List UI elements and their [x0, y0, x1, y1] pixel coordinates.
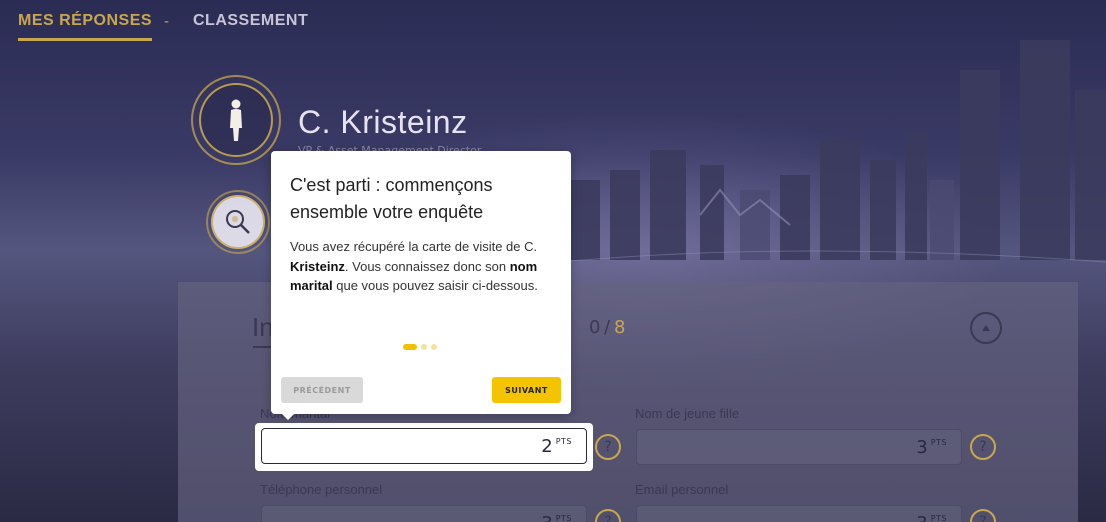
tooltip-text-2: . Vous connaissez donc son [344, 258, 510, 274]
nom-marital-input[interactable]: 2 PTS [261, 428, 587, 464]
progress-dot-3 [431, 344, 437, 350]
caret-up-icon [982, 325, 990, 331]
tooltip-text-3: que vous pouvez saisir ci-dessous. [332, 278, 538, 293]
profile-avatar [191, 75, 281, 165]
points-unit: PTS [930, 437, 947, 447]
points-value: 3 [916, 513, 927, 522]
help-icon-nom-jeune-fille[interactable]: ? [970, 434, 996, 460]
nom-jeune-fille-input[interactable]: 3 PTS [636, 429, 962, 465]
field-label-telephone: Téléphone personnel [260, 482, 383, 497]
points-unit: PTS [555, 436, 572, 446]
tooltip-text-1: Vous avez récupéré la carte de visite de… [290, 239, 538, 254]
collapse-section-button[interactable] [970, 312, 1002, 344]
field-label-nom-jeune-fille: Nom de jeune fille [635, 406, 740, 421]
tab-mes-reponses[interactable]: MES RÉPONSES [18, 12, 153, 41]
magnifier-icon [226, 210, 250, 234]
tour-progress-dots [403, 344, 437, 350]
avatar-inner-circle [199, 83, 273, 157]
section-score-separator: / [604, 317, 611, 338]
email-input[interactable]: 3 PTS [636, 505, 962, 522]
investigate-inner [211, 195, 265, 249]
tooltip-arrow [280, 412, 296, 420]
profile-name: C. Kristeinz [298, 104, 468, 140]
points-unit: PTS [930, 513, 947, 522]
tab-classement[interactable]: CLASSEMENT [193, 12, 308, 30]
tooltip-title: C'est parti : commençons ensemble votre … [290, 175, 493, 222]
tour-tooltip: C'est parti : commençons ensemble votre … [271, 151, 571, 414]
top-navigation: MES RÉPONSES - CLASSEMENT [0, 0, 1106, 44]
investigate-button[interactable] [206, 190, 270, 254]
tooltip-bold-name: Kristeinz [290, 258, 345, 274]
points-value: 3 [916, 436, 928, 458]
points-value: 2 [541, 435, 553, 457]
tab-separator: - [164, 14, 170, 30]
section-score-total: 8 [614, 317, 626, 338]
previous-button[interactable]: PRÉCÉDENT [281, 377, 363, 403]
progress-dot-2 [421, 344, 427, 350]
next-button[interactable]: SUIVANT [492, 377, 561, 403]
help-icon-nom-marital[interactable]: ? [595, 434, 621, 460]
progress-dot-1 [403, 344, 417, 350]
points-value: 3 [541, 513, 552, 522]
points-unit: PTS [555, 513, 572, 522]
person-silhouette-icon [230, 99, 242, 141]
tooltip-body: Vous avez récupéré la carte de visite de… [290, 237, 554, 296]
section-score-done: 0 [589, 317, 601, 338]
field-label-email: Email personnel [635, 482, 729, 497]
telephone-input[interactable]: 3 PTS [261, 505, 587, 522]
